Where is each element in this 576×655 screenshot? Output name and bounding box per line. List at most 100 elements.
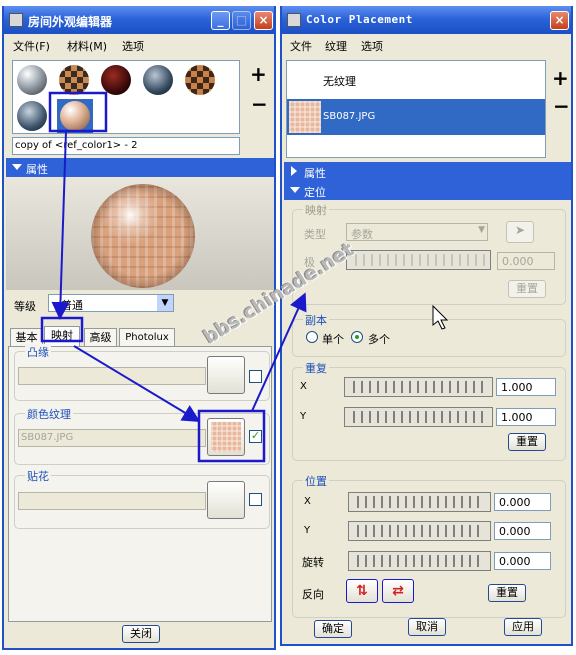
decal-texture-field bbox=[18, 492, 206, 510]
rotate-field[interactable]: 0.000 bbox=[494, 552, 551, 570]
slider-tick bbox=[461, 555, 463, 567]
material-swatch-4[interactable] bbox=[143, 65, 173, 95]
slider-tick bbox=[419, 254, 421, 266]
slider-tick bbox=[397, 496, 399, 508]
close-window-button-right[interactable]: × bbox=[550, 11, 569, 30]
mapping-type-value: 参数 bbox=[351, 228, 373, 241]
position-reset-button[interactable]: 重置 bbox=[488, 584, 526, 602]
slider-tick bbox=[361, 411, 363, 423]
menu-material[interactable]: 材料(M) bbox=[67, 38, 107, 54]
color-texture-value: SB087.JPG bbox=[21, 432, 74, 443]
slider-tick bbox=[381, 555, 383, 567]
texture-list-item-selected[interactable]: SB087.JPG bbox=[287, 99, 545, 135]
position-y-label: Y bbox=[304, 525, 311, 536]
color-texture-checkbox[interactable]: ✓ bbox=[249, 430, 262, 443]
placement-header-label: 定位 bbox=[304, 186, 326, 199]
add-material-button[interactable]: + bbox=[250, 62, 267, 86]
texture-list-item-none[interactable]: 无纹理 bbox=[287, 61, 545, 97]
menu-texture[interactable]: 纹理 bbox=[325, 38, 347, 54]
remove-material-button[interactable]: − bbox=[251, 92, 268, 116]
title-bar-right[interactable]: Color Placement × bbox=[282, 6, 571, 34]
material-swatch-1[interactable] bbox=[17, 65, 47, 95]
repeat-y-slider[interactable] bbox=[344, 407, 493, 427]
material-swatch-selected[interactable] bbox=[57, 99, 93, 133]
ok-button[interactable]: 确定 bbox=[314, 620, 352, 638]
slider-tick bbox=[405, 525, 407, 537]
reverse-label: 反向 bbox=[302, 588, 324, 601]
rotate-slider[interactable] bbox=[348, 551, 491, 571]
repeat-x-label: X bbox=[300, 381, 307, 392]
slider-tick bbox=[475, 254, 477, 266]
level-select[interactable]: 普通 ▼ bbox=[48, 294, 174, 312]
slider-tick bbox=[395, 254, 397, 266]
material-name-field[interactable]: copy of <ref_color1> - 2 bbox=[12, 137, 240, 155]
slider-tick bbox=[481, 381, 483, 393]
remove-texture-button[interactable]: − bbox=[553, 94, 570, 118]
repeat-x-slider[interactable] bbox=[344, 377, 493, 397]
copies-single-radio[interactable] bbox=[306, 331, 318, 343]
color-texture-button[interactable] bbox=[207, 418, 245, 456]
menu-options-right[interactable]: 选项 bbox=[361, 38, 383, 54]
material-swatch-3[interactable] bbox=[101, 65, 131, 95]
properties-header[interactable]: 属性 bbox=[6, 158, 274, 177]
repeat-x-field[interactable]: 1.000 bbox=[496, 378, 556, 396]
texture-selected-label: SB087.JPG bbox=[323, 111, 376, 122]
position-y-field[interactable]: 0.000 bbox=[494, 522, 551, 540]
slider-tick bbox=[465, 381, 467, 393]
position-y-slider[interactable] bbox=[348, 521, 491, 541]
texture-thumbnail bbox=[289, 101, 321, 133]
menu-file-right[interactable]: 文件 bbox=[290, 38, 312, 54]
decal-texture-button[interactable] bbox=[207, 481, 245, 519]
slider-tick bbox=[357, 555, 359, 567]
slider-tick bbox=[397, 525, 399, 537]
menu-options[interactable]: 选项 bbox=[122, 38, 144, 54]
cancel-button[interactable]: 取消 bbox=[408, 618, 446, 636]
bump-enable-checkbox[interactable] bbox=[249, 370, 262, 383]
close-button[interactable]: 关闭 bbox=[122, 625, 160, 643]
slider-tick bbox=[459, 254, 461, 266]
slider-tick bbox=[413, 525, 415, 537]
slider-tick bbox=[477, 555, 479, 567]
repeat-x-value: 1.000 bbox=[501, 381, 533, 394]
placement-header[interactable]: 定位 bbox=[284, 181, 571, 200]
position-x-slider[interactable] bbox=[348, 492, 491, 512]
material-swatch-5[interactable] bbox=[185, 65, 215, 95]
slider-tick bbox=[401, 411, 403, 423]
flip-horizontal-button[interactable]: ⇄ bbox=[382, 579, 414, 603]
slider-tick bbox=[443, 254, 445, 266]
copies-multiple-radio[interactable] bbox=[351, 331, 363, 343]
menu-file[interactable]: 文件(F) bbox=[13, 38, 50, 54]
tab-advanced[interactable]: 高级 bbox=[84, 328, 117, 347]
position-x-field[interactable]: 0.000 bbox=[494, 493, 551, 511]
bump-texture-button[interactable] bbox=[207, 356, 245, 394]
decal-enable-checkbox[interactable] bbox=[249, 493, 262, 506]
slider-tick bbox=[453, 555, 455, 567]
window-title: 房间外观编辑器 bbox=[28, 15, 113, 29]
slider-tick bbox=[363, 254, 365, 266]
tab-photolux[interactable]: Photolux bbox=[119, 328, 175, 347]
texture-list: 无纹理 SB087.JPG bbox=[286, 60, 546, 158]
collapse-triangle-icon-right bbox=[290, 187, 300, 193]
repeat-reset-button[interactable]: 重置 bbox=[508, 433, 546, 451]
repeat-y-field[interactable]: 1.000 bbox=[496, 408, 556, 426]
slider-tick bbox=[365, 496, 367, 508]
slider-tick bbox=[461, 525, 463, 537]
color-texture-thumbnail bbox=[211, 422, 241, 452]
slider-tick bbox=[377, 411, 379, 423]
slider-tick bbox=[365, 525, 367, 537]
selected-material-ball bbox=[60, 101, 90, 131]
title-bar[interactable]: 房间外观编辑器 _ □ × bbox=[4, 6, 274, 34]
cursor-arrow-icon: ➤ bbox=[514, 223, 526, 237]
material-swatch-6[interactable] bbox=[17, 101, 47, 131]
slider-tick bbox=[429, 555, 431, 567]
slider-tick bbox=[465, 411, 467, 423]
slider-tick bbox=[445, 555, 447, 567]
material-swatch-2[interactable] bbox=[59, 65, 89, 95]
flip-vertical-button[interactable]: ⇅ bbox=[346, 579, 378, 603]
apply-button[interactable]: 应用 bbox=[504, 618, 542, 636]
slider-tick bbox=[451, 254, 453, 266]
properties-header-right[interactable]: 属性 bbox=[284, 162, 571, 181]
close-window-button[interactable]: × bbox=[254, 11, 273, 30]
minimize-button[interactable]: _ bbox=[211, 11, 230, 30]
add-texture-button[interactable]: + bbox=[552, 66, 569, 90]
